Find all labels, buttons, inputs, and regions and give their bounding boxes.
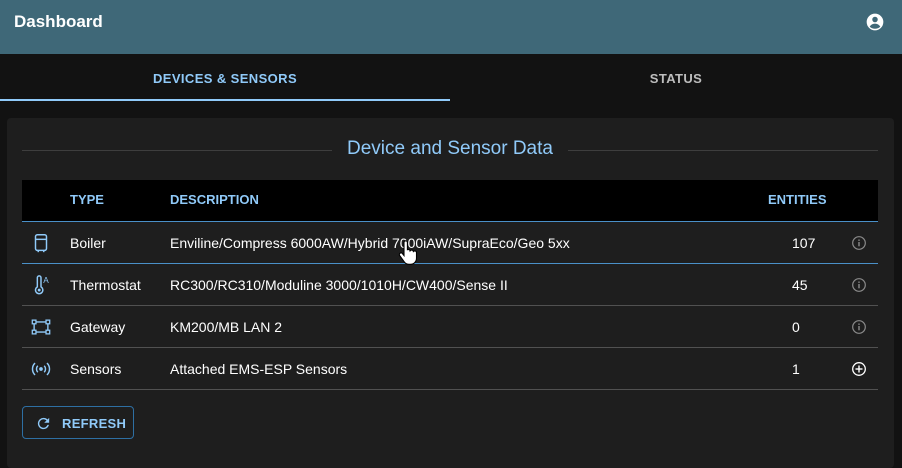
- row-description: KM200/MB LAN 2: [170, 319, 283, 335]
- tab-devices-sensors[interactable]: DEVICES & SENSORS: [0, 54, 450, 102]
- info-icon[interactable]: [851, 277, 867, 293]
- row-type: Thermostat: [70, 277, 141, 293]
- table-row-gateway[interactable]: Gateway KM200/MB LAN 2 0: [22, 306, 878, 348]
- header-entities: ENTITIES: [768, 192, 827, 207]
- tab-indicator: [0, 99, 450, 101]
- thermostat-icon: A: [34, 275, 49, 295]
- row-description: Attached EMS-ESP Sensors: [170, 361, 348, 377]
- section-title: Device and Sensor Data: [347, 138, 553, 159]
- refresh-label: REFRESH: [62, 416, 127, 431]
- table-header: TYPE DESCRIPTION ENTITIES: [22, 180, 878, 222]
- row-entities: 0: [792, 319, 800, 335]
- info-icon[interactable]: [851, 319, 867, 335]
- add-circle-icon[interactable]: [851, 361, 867, 377]
- info-icon[interactable]: [851, 235, 867, 251]
- svg-text:A: A: [43, 276, 49, 285]
- account-circle-icon[interactable]: [865, 12, 885, 32]
- table-row-thermostat[interactable]: A Thermostat RC300/RC310/Moduline 3000/1…: [22, 264, 878, 306]
- row-entities: 107: [792, 235, 816, 251]
- table-row-boiler[interactable]: Boiler Enviline/Compress 6000AW/Hybrid 7…: [22, 222, 878, 264]
- row-type: Sensors: [70, 361, 122, 377]
- app-title: Dashboard: [14, 12, 103, 31]
- divider-right: [568, 150, 878, 151]
- boiler-icon: [34, 234, 48, 253]
- refresh-button[interactable]: REFRESH: [22, 406, 134, 439]
- header-type: TYPE: [70, 192, 104, 207]
- divider-left: [22, 150, 332, 151]
- hand-cursor-icon: [398, 240, 418, 265]
- gateway-icon: [31, 319, 51, 335]
- app-bar: Dashboard: [0, 0, 902, 54]
- refresh-icon: [37, 417, 50, 430]
- sensors-icon: [31, 362, 51, 376]
- table-row-sensors[interactable]: Sensors Attached EMS-ESP Sensors 1: [22, 348, 878, 390]
- row-type: Gateway: [70, 319, 126, 335]
- section-header: Device and Sensor Data: [22, 138, 878, 162]
- row-entities: 45: [792, 277, 808, 293]
- header-description: DESCRIPTION: [170, 192, 259, 207]
- row-type: Boiler: [70, 235, 106, 251]
- tab-status[interactable]: STATUS: [451, 54, 901, 102]
- row-entities: 1: [792, 361, 800, 377]
- row-description: Enviline/Compress 6000AW/Hybrid 7000iAW/…: [170, 235, 570, 251]
- tab-bar: DEVICES & SENSORS STATUS: [0, 54, 902, 102]
- row-description: RC300/RC310/Moduline 3000/1010H/CW400/Se…: [170, 277, 508, 293]
